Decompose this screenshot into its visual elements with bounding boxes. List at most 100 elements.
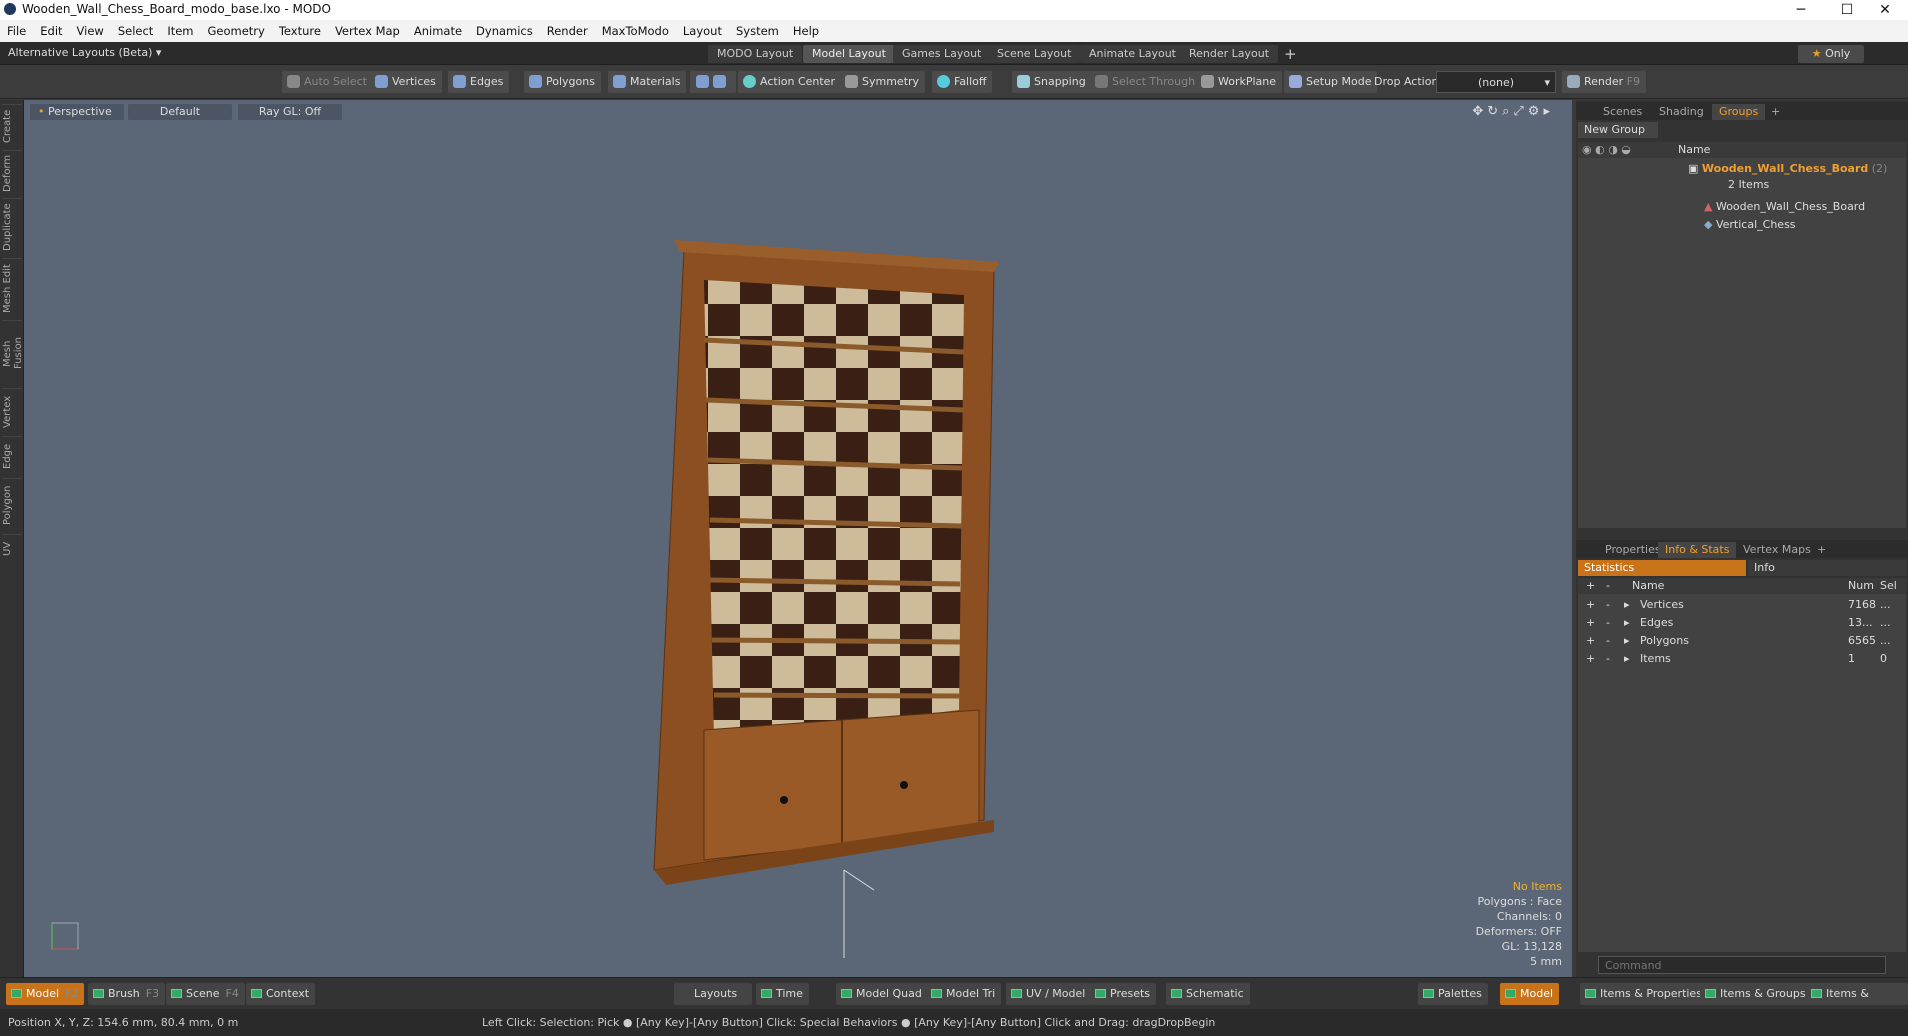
view-perspective-button[interactable]: • Perspective bbox=[30, 104, 124, 120]
tab-model-layout[interactable]: Model Layout bbox=[803, 45, 895, 63]
select-through-button[interactable]: Select Through bbox=[1090, 71, 1202, 93]
snapping-button[interactable]: Snapping bbox=[1012, 71, 1092, 93]
add-tab-icon[interactable]: + bbox=[1764, 104, 1787, 120]
menu-file[interactable]: File bbox=[0, 20, 33, 42]
menu-vertex-map[interactable]: Vertex Map bbox=[328, 20, 407, 42]
menu-animate[interactable]: Animate bbox=[407, 20, 469, 42]
left-tool-tabs: Create Deform Duplicate Mesh Edit Mesh F… bbox=[0, 100, 24, 977]
stats-table: + - Name Num Sel + - ▸ Vertices 7168... + - ▸ Edges… bbox=[1578, 578, 1906, 952]
add-tab-icon[interactable]: + bbox=[1810, 542, 1833, 558]
tab-games-layout[interactable]: Games Layout bbox=[893, 45, 991, 63]
menu-system[interactable]: System bbox=[729, 20, 786, 42]
expand-icon[interactable]: ▸ bbox=[1624, 632, 1630, 650]
menu-geometry[interactable]: Geometry bbox=[201, 20, 272, 42]
model-mode-button[interactable]: Model F2 bbox=[6, 983, 85, 1005]
tab-shading[interactable]: Shading bbox=[1652, 104, 1711, 120]
tab-mesh-fusion[interactable]: Mesh Fusion bbox=[2, 320, 24, 386]
items-properties-button[interactable]: Items & Properties bbox=[1580, 983, 1708, 1005]
polygons-button[interactable]: Polygons bbox=[524, 71, 601, 93]
minimize-button[interactable]: ─ bbox=[1778, 0, 1824, 20]
bookshelf-model[interactable] bbox=[644, 240, 1004, 910]
tab-info[interactable]: Info bbox=[1748, 560, 1906, 576]
setup-mode-button[interactable]: Setup Mode bbox=[1284, 71, 1378, 93]
table-row[interactable]: + - ▸ Polygons 6565... bbox=[1578, 632, 1906, 650]
falloff-button[interactable]: Falloff bbox=[932, 71, 993, 93]
3d-viewport[interactable]: • Perspective Default Ray GL: Off ✥↻⌕⤢⚙▸ bbox=[24, 100, 1572, 977]
alternative-layouts-dropdown[interactable]: Alternative Layouts (Beta) ▾ bbox=[8, 46, 161, 59]
stat-deformers: Deformers: OFF bbox=[1475, 925, 1562, 938]
scene-mode-button[interactable]: Scene F4 bbox=[166, 983, 245, 1005]
stat-channels: Channels: 0 bbox=[1496, 910, 1562, 923]
tab-vertex-maps[interactable]: Vertex Maps bbox=[1736, 542, 1818, 558]
command-input[interactable] bbox=[1598, 956, 1886, 974]
tab-statistics[interactable]: Statistics bbox=[1578, 560, 1746, 576]
group-child-row[interactable]: ◆ Vertical_Chess bbox=[1704, 218, 1796, 231]
render-button[interactable]: Render F9 bbox=[1562, 71, 1646, 93]
expand-icon[interactable]: ▸ bbox=[1624, 596, 1630, 614]
tab-edge[interactable]: Edge bbox=[2, 436, 22, 476]
menu-texture[interactable]: Texture bbox=[272, 20, 328, 42]
tab-scene-layout[interactable]: Scene Layout bbox=[988, 45, 1081, 63]
select-mode-icons[interactable] bbox=[690, 71, 736, 93]
expand-icon[interactable]: ▸ bbox=[1624, 650, 1630, 668]
model-quad-button[interactable]: Model Quad bbox=[836, 983, 928, 1005]
stat-gl: GL: 13,128 bbox=[1501, 940, 1562, 953]
tab-mesh-edit[interactable]: Mesh Edit bbox=[2, 258, 22, 318]
tab-scenes[interactable]: Scenes bbox=[1596, 104, 1649, 120]
workplane-button[interactable]: WorkPlane bbox=[1196, 71, 1283, 93]
tab-create[interactable]: Create bbox=[2, 104, 22, 148]
tab-animate-layout[interactable]: Animate Layout bbox=[1080, 45, 1185, 63]
shading-default-button[interactable]: Default bbox=[128, 104, 232, 120]
raygl-button[interactable]: Ray GL: Off bbox=[238, 104, 342, 120]
schematic-button[interactable]: Schematic bbox=[1166, 983, 1250, 1005]
menu-maxtomodo[interactable]: MaxToModo bbox=[595, 20, 676, 42]
items-groups-button[interactable]: Items & Groups bbox=[1700, 983, 1812, 1005]
menu-edit[interactable]: Edit bbox=[33, 20, 69, 42]
materials-button[interactable]: Materials bbox=[608, 71, 687, 93]
tab-modo-layout[interactable]: MODO Layout bbox=[708, 45, 803, 63]
tab-groups[interactable]: Groups bbox=[1712, 104, 1766, 120]
menu-select[interactable]: Select bbox=[111, 20, 160, 42]
tab-render-layout[interactable]: Render Layout bbox=[1180, 45, 1279, 63]
uv-model-button[interactable]: UV / Model bbox=[1006, 983, 1092, 1005]
items-shading-button[interactable]: Items & Shading bbox=[1806, 983, 1908, 1022]
add-layout-button[interactable]: + bbox=[1280, 45, 1301, 63]
time-button[interactable]: Time bbox=[756, 983, 809, 1005]
action-center-button[interactable]: Action Center bbox=[738, 71, 841, 93]
palettes-button[interactable]: Palettes bbox=[1418, 983, 1488, 1005]
tab-info-stats[interactable]: Info & Stats bbox=[1658, 542, 1737, 558]
model-tri-button[interactable]: Model Tri bbox=[926, 983, 1002, 1005]
table-row[interactable]: + - ▸ Items 1 0 bbox=[1578, 650, 1906, 668]
polygons-icon bbox=[529, 75, 542, 88]
menu-item[interactable]: Item bbox=[160, 20, 200, 42]
edges-button[interactable]: Edges bbox=[448, 71, 510, 93]
menu-dynamics[interactable]: Dynamics bbox=[469, 20, 540, 42]
new-group-button[interactable]: New Group bbox=[1578, 122, 1658, 138]
tab-uv[interactable]: UV bbox=[2, 534, 22, 562]
only-button[interactable]: ★ Only bbox=[1798, 45, 1864, 63]
symmetry-button[interactable]: Symmetry bbox=[840, 71, 926, 93]
close-button[interactable]: ✕ bbox=[1862, 0, 1908, 20]
layouts-button[interactable]: Layouts bbox=[674, 983, 752, 1005]
context-button[interactable]: Context bbox=[246, 983, 316, 1005]
presets-button[interactable]: Presets bbox=[1090, 983, 1157, 1005]
tab-polygon[interactable]: Polygon bbox=[2, 478, 22, 532]
vertices-button[interactable]: Vertices bbox=[370, 71, 442, 93]
group-row[interactable]: ▣ Wooden_Wall_Chess_Board (2) bbox=[1688, 162, 1887, 175]
brush-mode-button[interactable]: Brush F3 bbox=[88, 983, 166, 1005]
tab-vertex[interactable]: Vertex bbox=[2, 388, 22, 434]
expand-icon[interactable]: ▸ bbox=[1624, 614, 1630, 632]
table-row[interactable]: + - ▸ Edges 13...... bbox=[1578, 614, 1906, 632]
tab-duplicate[interactable]: Duplicate bbox=[2, 198, 22, 256]
drop-action-select[interactable]: (none) ▾ bbox=[1436, 71, 1556, 93]
group-child-row[interactable]: ▲ Wooden_Wall_Chess_Board bbox=[1704, 200, 1865, 213]
auto-select-button[interactable]: Auto Select bbox=[282, 71, 373, 93]
model-layout-button[interactable]: Model bbox=[1500, 983, 1560, 1005]
tab-deform[interactable]: Deform bbox=[2, 150, 22, 196]
table-row[interactable]: + - ▸ Vertices 7168... bbox=[1578, 596, 1906, 614]
menu-layout[interactable]: Layout bbox=[676, 20, 729, 42]
viewport-nav-icons[interactable]: ✥↻⌕⤢⚙▸ bbox=[1472, 104, 1554, 119]
menu-view[interactable]: View bbox=[70, 20, 111, 42]
menu-render[interactable]: Render bbox=[540, 20, 595, 42]
menu-help[interactable]: Help bbox=[786, 20, 826, 42]
